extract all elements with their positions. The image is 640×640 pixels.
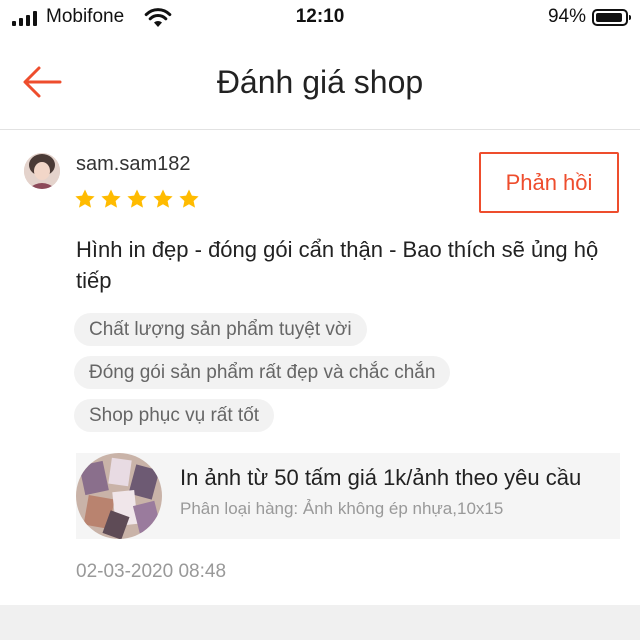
star-icon bbox=[101, 189, 121, 208]
review-tag: Shop phục vụ rất tốt bbox=[74, 399, 275, 432]
avatar-image bbox=[24, 153, 60, 189]
battery-level bbox=[596, 13, 623, 22]
page-title: Đánh giá shop bbox=[216, 64, 424, 100]
star-icon bbox=[153, 189, 173, 208]
header: Đánh giá shop bbox=[0, 36, 640, 130]
clock: 12:10 bbox=[295, 6, 345, 27]
battery-icon bbox=[592, 9, 631, 26]
review-tag: Chất lượng sản phẩm tuyệt vời bbox=[74, 313, 367, 346]
star-icon bbox=[127, 189, 147, 208]
review-tags: Chất lượng sản phẩm tuyệt vời Đóng gói s… bbox=[74, 313, 451, 432]
product-card[interactable]: In ảnh từ 50 tấm giá 1k/ảnh theo yêu cầu… bbox=[76, 453, 620, 539]
product-name: In ảnh từ 50 tấm giá 1k/ảnh theo yêu cầu bbox=[180, 465, 582, 490]
review-tag: Đóng gói sản phẩm rất đẹp và chắc chắn bbox=[74, 356, 451, 389]
product-info: In ảnh từ 50 tấm giá 1k/ảnh theo yêu cầu… bbox=[180, 465, 600, 519]
avatar[interactable] bbox=[24, 153, 60, 189]
battery-percent: 94% bbox=[547, 6, 586, 27]
review-card: sam.sam182 Phản hồi Hình in đẹp - đóng g… bbox=[0, 131, 640, 605]
review-comment: Hình in đẹp - đóng gói cẩn thận - Bao th… bbox=[76, 237, 599, 293]
star-rating bbox=[74, 188, 200, 210]
product-variant: Phân loại hàng: Ảnh không ép nhựa,10x15 bbox=[180, 499, 504, 518]
product-thumbnail bbox=[76, 453, 162, 539]
star-icon bbox=[179, 189, 199, 208]
status-bar: Mobifone 12:10 94% bbox=[0, 0, 640, 36]
reply-button[interactable]: Phản hồi bbox=[479, 152, 619, 213]
reviewer-username: sam.sam182 bbox=[76, 153, 191, 175]
section-divider bbox=[0, 605, 640, 640]
star-icon bbox=[75, 189, 95, 208]
review-timestamp: 02-03-2020 08:48 bbox=[76, 561, 227, 582]
